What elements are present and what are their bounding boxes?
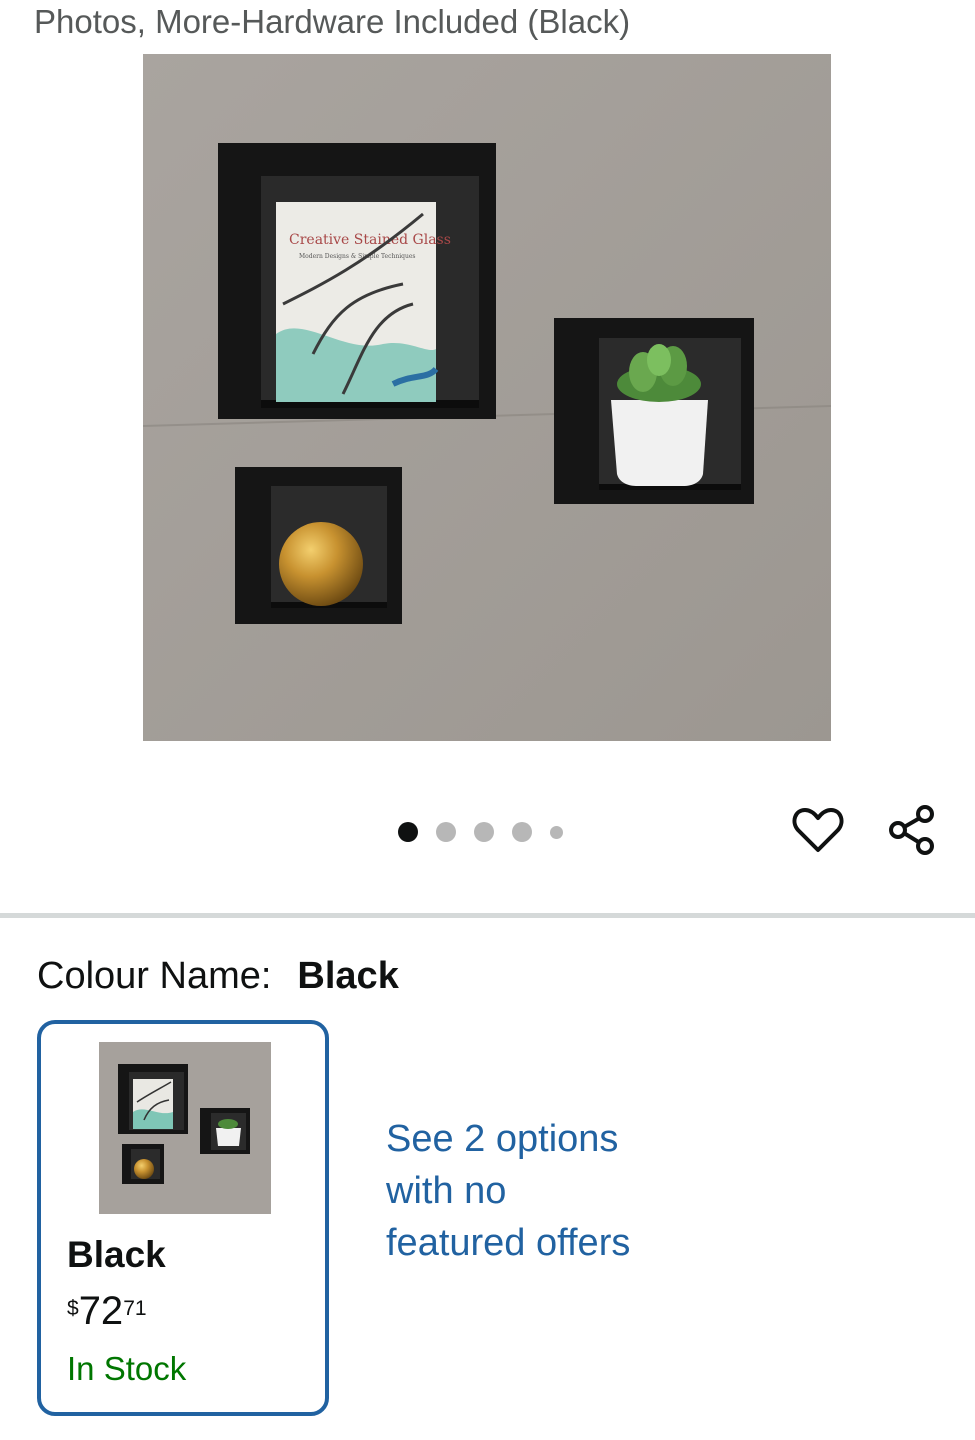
heart-icon: [792, 808, 844, 852]
colour-name-row: Colour Name: Black: [37, 948, 399, 1004]
pagination-dot[interactable]: [398, 822, 418, 842]
product-title: Photos, More-Hardware Included (Black): [34, 3, 631, 40]
pagination-dot[interactable]: [474, 822, 494, 842]
pagination-dot[interactable]: [436, 822, 456, 842]
book-cover: Creative Stained Glass Modern Designs & …: [276, 202, 451, 402]
variant-option-black[interactable]: Black $7271 In Stock: [37, 1020, 329, 1416]
image-pagination: [398, 818, 563, 846]
variant-price: $7271: [67, 1286, 147, 1336]
colour-value: Black: [297, 955, 399, 997]
svg-text:Modern Designs & Simple Techni: Modern Designs & Simple Techniques: [299, 253, 415, 260]
gold-sphere: [279, 522, 363, 606]
see-other-options-link[interactable]: See 2 options with no featured offers: [386, 1113, 656, 1269]
variant-name: Black: [67, 1234, 166, 1275]
colour-label: Colour Name:: [37, 955, 272, 997]
price-symbol: $: [67, 1297, 79, 1320]
price-fraction: 71: [123, 1297, 147, 1320]
pagination-dot[interactable]: [512, 822, 532, 842]
product-image[interactable]: Creative Stained Glass Modern Designs & …: [143, 54, 831, 741]
section-divider: [0, 913, 975, 918]
wishlist-button[interactable]: [788, 800, 848, 860]
share-icon: [889, 805, 934, 855]
variant-thumbnail: [99, 1042, 271, 1214]
share-button[interactable]: [882, 800, 942, 860]
svg-text:Creative Stained Glass: Creative Stained Glass: [289, 232, 451, 248]
price-whole: 72: [78, 1289, 124, 1333]
stock-status: In Stock: [67, 1350, 187, 1387]
pagination-dot[interactable]: [550, 825, 563, 839]
